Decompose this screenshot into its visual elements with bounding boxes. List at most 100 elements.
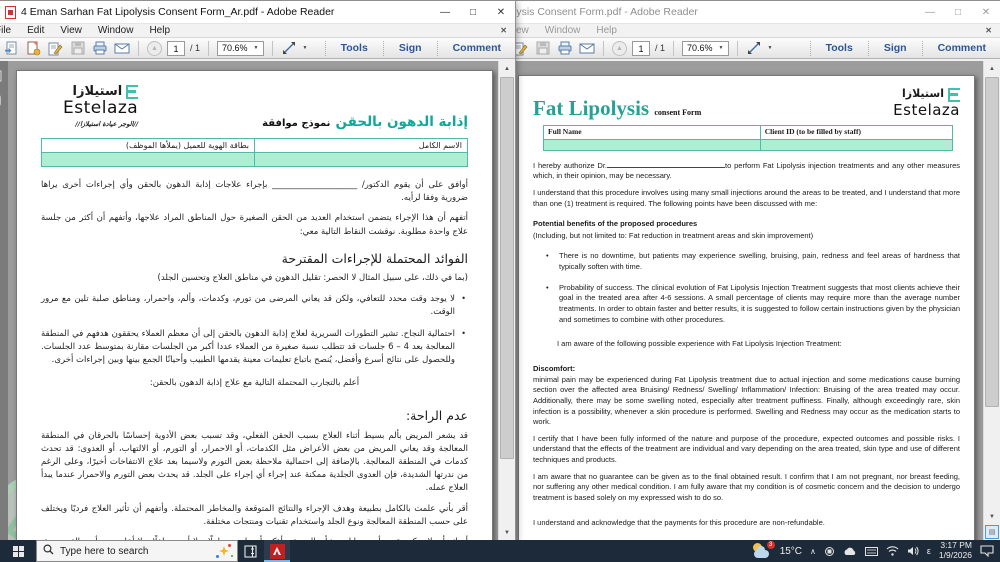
- adobe-reader-taskbar-button[interactable]: [264, 540, 290, 562]
- toolbar-left: ▲ 1 / 1 70.6% ▼ ▼ Tools Sign Comment: [0, 38, 515, 59]
- email-icon[interactable]: [113, 40, 130, 56]
- doctor-name-blank[interactable]: [607, 161, 726, 168]
- menu-view[interactable]: View: [60, 25, 82, 36]
- menu-file[interactable]: File: [0, 25, 11, 36]
- pdf-page-english: Fat Lipolysis consent Form استيلازا Este…: [518, 75, 975, 540]
- language-indicator[interactable]: ε: [927, 546, 931, 556]
- client-id-field[interactable]: [41, 152, 255, 167]
- benefits-note: (بما في ذلك، على سبيل المثال لا الحصر: ت…: [157, 273, 468, 284]
- minimize-button[interactable]: —: [431, 1, 459, 23]
- page-number-input[interactable]: 1: [632, 40, 650, 56]
- save-as-icon[interactable]: [25, 40, 42, 56]
- maximize-button[interactable]: □: [944, 1, 972, 23]
- attachments-paperclip-icon[interactable]: [0, 94, 4, 107]
- full-name-field[interactable]: [543, 138, 761, 151]
- client-id-field[interactable]: [759, 138, 953, 151]
- desktop-screen: lysis Consent Form.pdf - Adobe Reader — …: [0, 0, 1000, 562]
- pdf-page-container: استيلازا Estelaza //الوجر عيادة استيلازا…: [8, 61, 498, 540]
- paragraph: أتفهم أن هذا الإجراء يتضمن استخدام العدي…: [41, 213, 468, 237]
- copilot-sparkle-icon[interactable]: [216, 544, 233, 558]
- full-name-field[interactable]: [254, 152, 468, 167]
- taskbar-search-input[interactable]: Type here to search: [36, 540, 238, 562]
- chevron-down-icon: ▼: [718, 45, 724, 51]
- paragraph: I hereby authorize Dr. to perform Fat Lip…: [533, 160, 960, 181]
- page-thumbnails-icon[interactable]: [0, 69, 4, 82]
- date-label: 1/9/2026: [938, 550, 972, 560]
- adobe-reader-window-english: lysis Consent Form.pdf - Adobe Reader — …: [507, 0, 1000, 541]
- menu-help[interactable]: Help: [149, 25, 170, 36]
- menubar-close-icon[interactable]: ✕: [985, 26, 992, 35]
- menu-help[interactable]: Help: [596, 25, 617, 36]
- scroll-up-icon[interactable]: ▲: [499, 61, 515, 76]
- wifi-icon[interactable]: [886, 546, 899, 556]
- touch-keyboard-icon[interactable]: [864, 546, 878, 556]
- close-button[interactable]: ✕: [972, 1, 1000, 23]
- sign-button[interactable]: Sign: [389, 42, 432, 54]
- open-file-icon[interactable]: [3, 40, 20, 56]
- bullet-icon: •: [546, 251, 549, 261]
- sign-page-icon[interactable]: [47, 40, 64, 56]
- comment-button[interactable]: Comment: [443, 42, 511, 54]
- bullet-item: • There is no downtime, but patients may …: [546, 251, 960, 272]
- temperature-label[interactable]: 15°C: [780, 546, 802, 557]
- scroll-mode-button[interactable]: ▤: [985, 525, 999, 539]
- save-icon[interactable]: [69, 40, 86, 56]
- page-number-input[interactable]: 1: [167, 40, 185, 56]
- onedrive-cloud-icon[interactable]: [843, 547, 857, 556]
- titlebar-left[interactable]: 4 Eman Sarhan Fat Lipolysis Consent Form…: [0, 1, 515, 23]
- scroll-down-icon[interactable]: ▼: [984, 509, 1000, 524]
- show-hidden-icons-chevron[interactable]: ∧: [810, 547, 816, 556]
- email-icon[interactable]: [578, 40, 595, 56]
- sign-button[interactable]: Sign: [874, 42, 917, 54]
- search-icon: [43, 542, 54, 560]
- action-center-icon[interactable]: [980, 545, 994, 557]
- page-up-icon[interactable]: ▲: [147, 40, 162, 56]
- vertical-scrollbar[interactable]: ▲ ▼: [498, 61, 515, 540]
- menu-view-partial[interactable]: ew: [516, 25, 529, 36]
- tools-button[interactable]: Tools: [816, 42, 863, 54]
- titlebar-right[interactable]: lysis Consent Form.pdf - Adobe Reader — …: [508, 1, 1000, 23]
- navigation-pane-strip: [0, 61, 8, 540]
- paragraph: قد يشعر المريض بألم بسيط أثناء العلاج بس…: [41, 430, 468, 494]
- bullet-icon: •: [546, 282, 549, 292]
- scrollbar-thumb[interactable]: [985, 77, 999, 407]
- tools-button[interactable]: Tools: [331, 42, 378, 54]
- menubar-left: File Edit View Window Help ✕: [0, 23, 515, 38]
- bullet-item: • لا يوجد وقت محدد للتعافي، ولكن قد يعاني…: [41, 294, 466, 318]
- menubar-close-icon[interactable]: ✕: [500, 26, 507, 35]
- windows-update-icon[interactable]: [824, 546, 835, 557]
- close-button[interactable]: ✕: [487, 1, 515, 23]
- vertical-scrollbar[interactable]: ▲ ▼ ▤: [983, 61, 1000, 540]
- full-name-label: الاسم الكامل: [254, 138, 468, 153]
- weather-icon[interactable]: 3: [752, 541, 775, 559]
- fit-window-icon[interactable]: [746, 40, 763, 56]
- scroll-up-icon[interactable]: ▲: [984, 61, 1000, 76]
- logo-tagline: //الوجر عيادة استيلازا//: [75, 119, 139, 128]
- comment-button[interactable]: Comment: [928, 42, 996, 54]
- estelaza-e-icon: [126, 85, 139, 99]
- clock[interactable]: 3:17 PM 1/9/2026: [938, 540, 972, 561]
- task-view-button[interactable]: [238, 540, 264, 562]
- client-id-label: بطاقة الهوية للعميل (يملأها الموظف): [41, 138, 255, 153]
- minimize-button[interactable]: —: [916, 1, 944, 23]
- menu-edit[interactable]: Edit: [27, 25, 44, 36]
- zoom-level-select[interactable]: 70.6% ▼: [682, 40, 729, 56]
- start-button[interactable]: [0, 540, 36, 562]
- paragraph: I certify that I have been fully informe…: [533, 433, 960, 465]
- toolbar-more-icon[interactable]: ▼: [768, 45, 773, 51]
- toolbar-more-icon[interactable]: ▼: [303, 45, 308, 51]
- document-area-left: استيلازا Estelaza //الوجر عيادة استيلازا…: [0, 61, 515, 540]
- maximize-button[interactable]: □: [459, 1, 487, 23]
- zoom-level-select[interactable]: 70.6% ▼: [217, 40, 264, 56]
- notification-badge: 3: [766, 541, 775, 549]
- page-up-icon[interactable]: ▲: [612, 40, 627, 56]
- menu-window[interactable]: Window: [98, 25, 134, 36]
- menu-window[interactable]: Window: [545, 25, 581, 36]
- print-icon[interactable]: [91, 40, 108, 56]
- fit-window-icon[interactable]: [281, 40, 298, 56]
- scrollbar-thumb[interactable]: [500, 77, 514, 459]
- save-icon[interactable]: [534, 40, 551, 56]
- print-icon[interactable]: [556, 40, 573, 56]
- scroll-down-icon[interactable]: ▼: [499, 525, 515, 540]
- volume-icon[interactable]: [907, 546, 919, 556]
